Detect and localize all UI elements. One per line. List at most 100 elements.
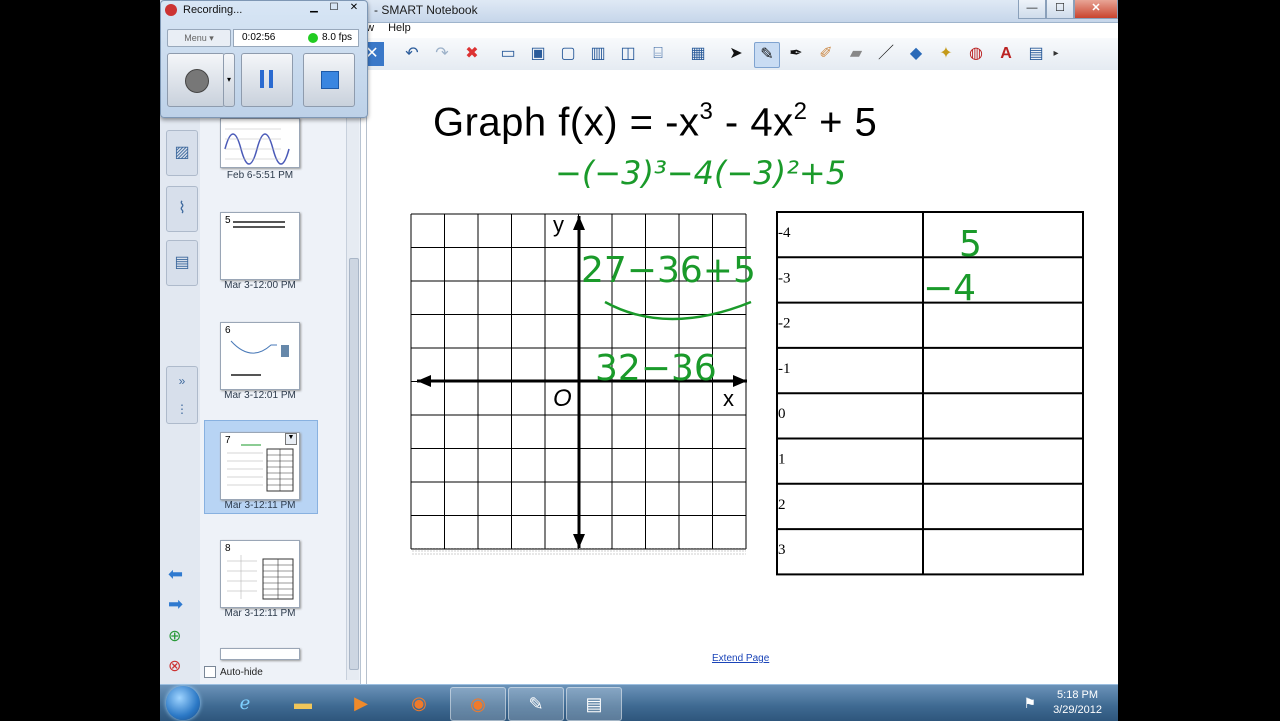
- pause-button[interactable]: [241, 53, 293, 107]
- media-player-icon[interactable]: ▶: [334, 687, 388, 719]
- frame-rate: 8.0 fps: [322, 32, 353, 43]
- page-canvas[interactable]: Graph f(x) = -x3 - 4x2 + 5 −(−3)³−4(−3)²…: [366, 70, 1120, 684]
- page-thumbnail-partial[interactable]: [220, 648, 300, 660]
- handwritten-step-1: 27−36+5: [581, 250, 756, 291]
- sidebar-toggle-icon[interactable]: » ⋮: [166, 366, 198, 424]
- minimize-button[interactable]: —: [1018, 0, 1046, 19]
- autohide-label: Auto-hide: [220, 666, 263, 678]
- capture-icon[interactable]: ◫: [616, 42, 640, 66]
- properties-tab-icon[interactable]: ▤: [166, 240, 198, 286]
- page-number: 6: [225, 325, 231, 336]
- extend-page-link[interactable]: Extend Page: [712, 653, 769, 664]
- select-arrow-icon[interactable]: ➤: [724, 42, 748, 66]
- previous-page-icon[interactable]: ⬅: [168, 564, 183, 585]
- table-x-value: -3: [778, 270, 791, 286]
- fill-icon[interactable]: ◍: [964, 42, 988, 66]
- system-clock[interactable]: 5:18 PM 3/29/2012: [1053, 688, 1102, 718]
- stop-button[interactable]: [303, 53, 355, 107]
- autohide-option[interactable]: Auto-hide: [204, 666, 263, 678]
- handwritten-brace: [604, 300, 752, 321]
- table-x-value: -2: [778, 316, 791, 332]
- line-icon[interactable]: ／: [874, 42, 898, 66]
- table-x-value: 2: [778, 497, 786, 513]
- start-button[interactable]: [166, 686, 200, 720]
- maximize-button[interactable]: ☐: [1046, 0, 1074, 19]
- delete-page-side-icon[interactable]: ⊗: [168, 656, 181, 676]
- page-thumbnail[interactable]: 5: [220, 212, 300, 280]
- stop-icon: [321, 71, 339, 89]
- origin-label: O: [553, 385, 572, 412]
- autohide-checkbox[interactable]: [204, 666, 216, 678]
- page-number: 7: [225, 435, 231, 446]
- toolbar-more-icon[interactable]: ▸: [1050, 42, 1062, 66]
- page-menu-dropdown-icon[interactable]: ▼: [285, 433, 297, 445]
- page-label: Mar 3-12:01 PM: [224, 390, 296, 401]
- recording-indicator-icon: [165, 4, 177, 16]
- page-label: Mar 3-12:11 PM: [224, 608, 296, 619]
- display-icon[interactable]: ▢: [556, 42, 580, 66]
- x-axis-label: x: [723, 386, 734, 411]
- elapsed-time: 0:02:56: [242, 32, 276, 43]
- menu-help[interactable]: Help: [388, 22, 411, 34]
- table-x-value: 1: [778, 452, 786, 468]
- x-axis-arrow-left: [417, 375, 431, 387]
- highlighter-icon[interactable]: ✐: [814, 42, 838, 66]
- gallery-tab-icon[interactable]: ▨: [166, 130, 198, 176]
- recorder-taskbar-icon[interactable]: ▤: [566, 687, 622, 721]
- magic-pen-icon[interactable]: ✦: [934, 42, 958, 66]
- pen-icon[interactable]: ✎: [754, 42, 780, 68]
- recorder-minimize-button[interactable]: ▁: [305, 2, 323, 13]
- sidebar-scrollbar[interactable]: [346, 110, 359, 680]
- record-options-dropdown[interactable]: ▾: [223, 53, 235, 107]
- page-thumbnail-selected[interactable]: 7 ▼: [220, 432, 300, 500]
- recorder-close-button[interactable]: ✕: [345, 2, 363, 13]
- undo-icon[interactable]: ↶: [400, 42, 424, 66]
- monitor-icon[interactable]: ▥: [586, 42, 610, 66]
- internet-explorer-icon[interactable]: ℯ: [218, 687, 272, 719]
- sidebar-scroll-thumb[interactable]: [349, 258, 359, 670]
- text-icon[interactable]: A: [994, 42, 1018, 66]
- action-center-flag-icon[interactable]: ⚑: [1023, 695, 1036, 712]
- firefox-icon[interactable]: ◉: [392, 687, 446, 719]
- recorder-menu-button[interactable]: Menu ▾: [167, 29, 231, 47]
- properties-icon[interactable]: ▤: [1024, 42, 1048, 66]
- recorder-window-controls: ▁ ☐ ✕: [305, 2, 363, 13]
- record-icon: [185, 69, 209, 93]
- document-camera-icon[interactable]: ⌸: [646, 42, 670, 66]
- recording-title: Recording...: [183, 4, 243, 16]
- redo-icon[interactable]: ↷: [430, 42, 454, 66]
- page-sorter-sidebar: ▨ ⌇ ▤ » ⋮ ⬅ ➡ ⊕ ⊗ Feb 6-5:51 PM 5 Mar 3-1…: [160, 22, 361, 684]
- table-x-value: -1: [778, 361, 791, 377]
- coordinate-grid: y x O 27−36+5 32−36 -4 -3 -2 -1 0 1 2 3 5 −4: [410, 211, 1084, 576]
- recorder-menu-label: Menu: [184, 33, 207, 43]
- table-icon[interactable]: ▦: [686, 42, 710, 66]
- firefox-active-icon[interactable]: ◉: [450, 687, 506, 721]
- x-axis-arrow-right: [733, 375, 747, 387]
- add-page-icon[interactable]: ⊕: [168, 626, 181, 646]
- screen-shade-icon[interactable]: ▭: [496, 42, 520, 66]
- page-thumbnail[interactable]: 6: [220, 322, 300, 390]
- next-page-icon[interactable]: ➡: [168, 594, 183, 615]
- shapes-icon[interactable]: ◆: [904, 42, 928, 66]
- file-explorer-icon[interactable]: ▬: [276, 687, 330, 719]
- record-button[interactable]: [167, 53, 225, 107]
- toolbar: ✕ ↶ ↷ ✖ ▭ ▣ ▢ ▥ ◫ ⌸ ▦ ➤ ✎ ✒ ✐ ▰ ／ ◆ ✦ ◍ …: [360, 38, 1118, 71]
- xy-table: [776, 211, 1084, 576]
- full-screen-icon[interactable]: ▣: [526, 42, 550, 66]
- page-thumbnail[interactable]: 8: [220, 540, 300, 608]
- page-thumbnail[interactable]: [220, 118, 300, 168]
- sidebar-tabs: ▨ ⌇ ▤ » ⋮ ⬅ ➡ ⊕ ⊗: [160, 22, 200, 684]
- eraser-icon[interactable]: ▰: [844, 42, 868, 66]
- page-number: 8: [225, 543, 231, 554]
- recording-widget: Recording... ▁ ☐ ✕ Menu ▾ 0:02:56 8.0 fp…: [160, 0, 368, 118]
- pause-icon-bar: [269, 70, 273, 88]
- handwritten-value-2: −4: [923, 268, 976, 309]
- close-button[interactable]: ✕: [1074, 0, 1118, 19]
- creative-pen-icon[interactable]: ✒: [784, 42, 808, 66]
- recorder-maximize-button[interactable]: ☐: [325, 2, 343, 13]
- delete-icon[interactable]: ✖: [460, 42, 484, 66]
- attachments-tab-icon[interactable]: ⌇: [166, 186, 198, 232]
- pause-icon-bar: [260, 70, 264, 88]
- smart-notebook-taskbar-icon[interactable]: ✎: [508, 687, 564, 721]
- thumbnail-graph-table-icon: [227, 555, 294, 600]
